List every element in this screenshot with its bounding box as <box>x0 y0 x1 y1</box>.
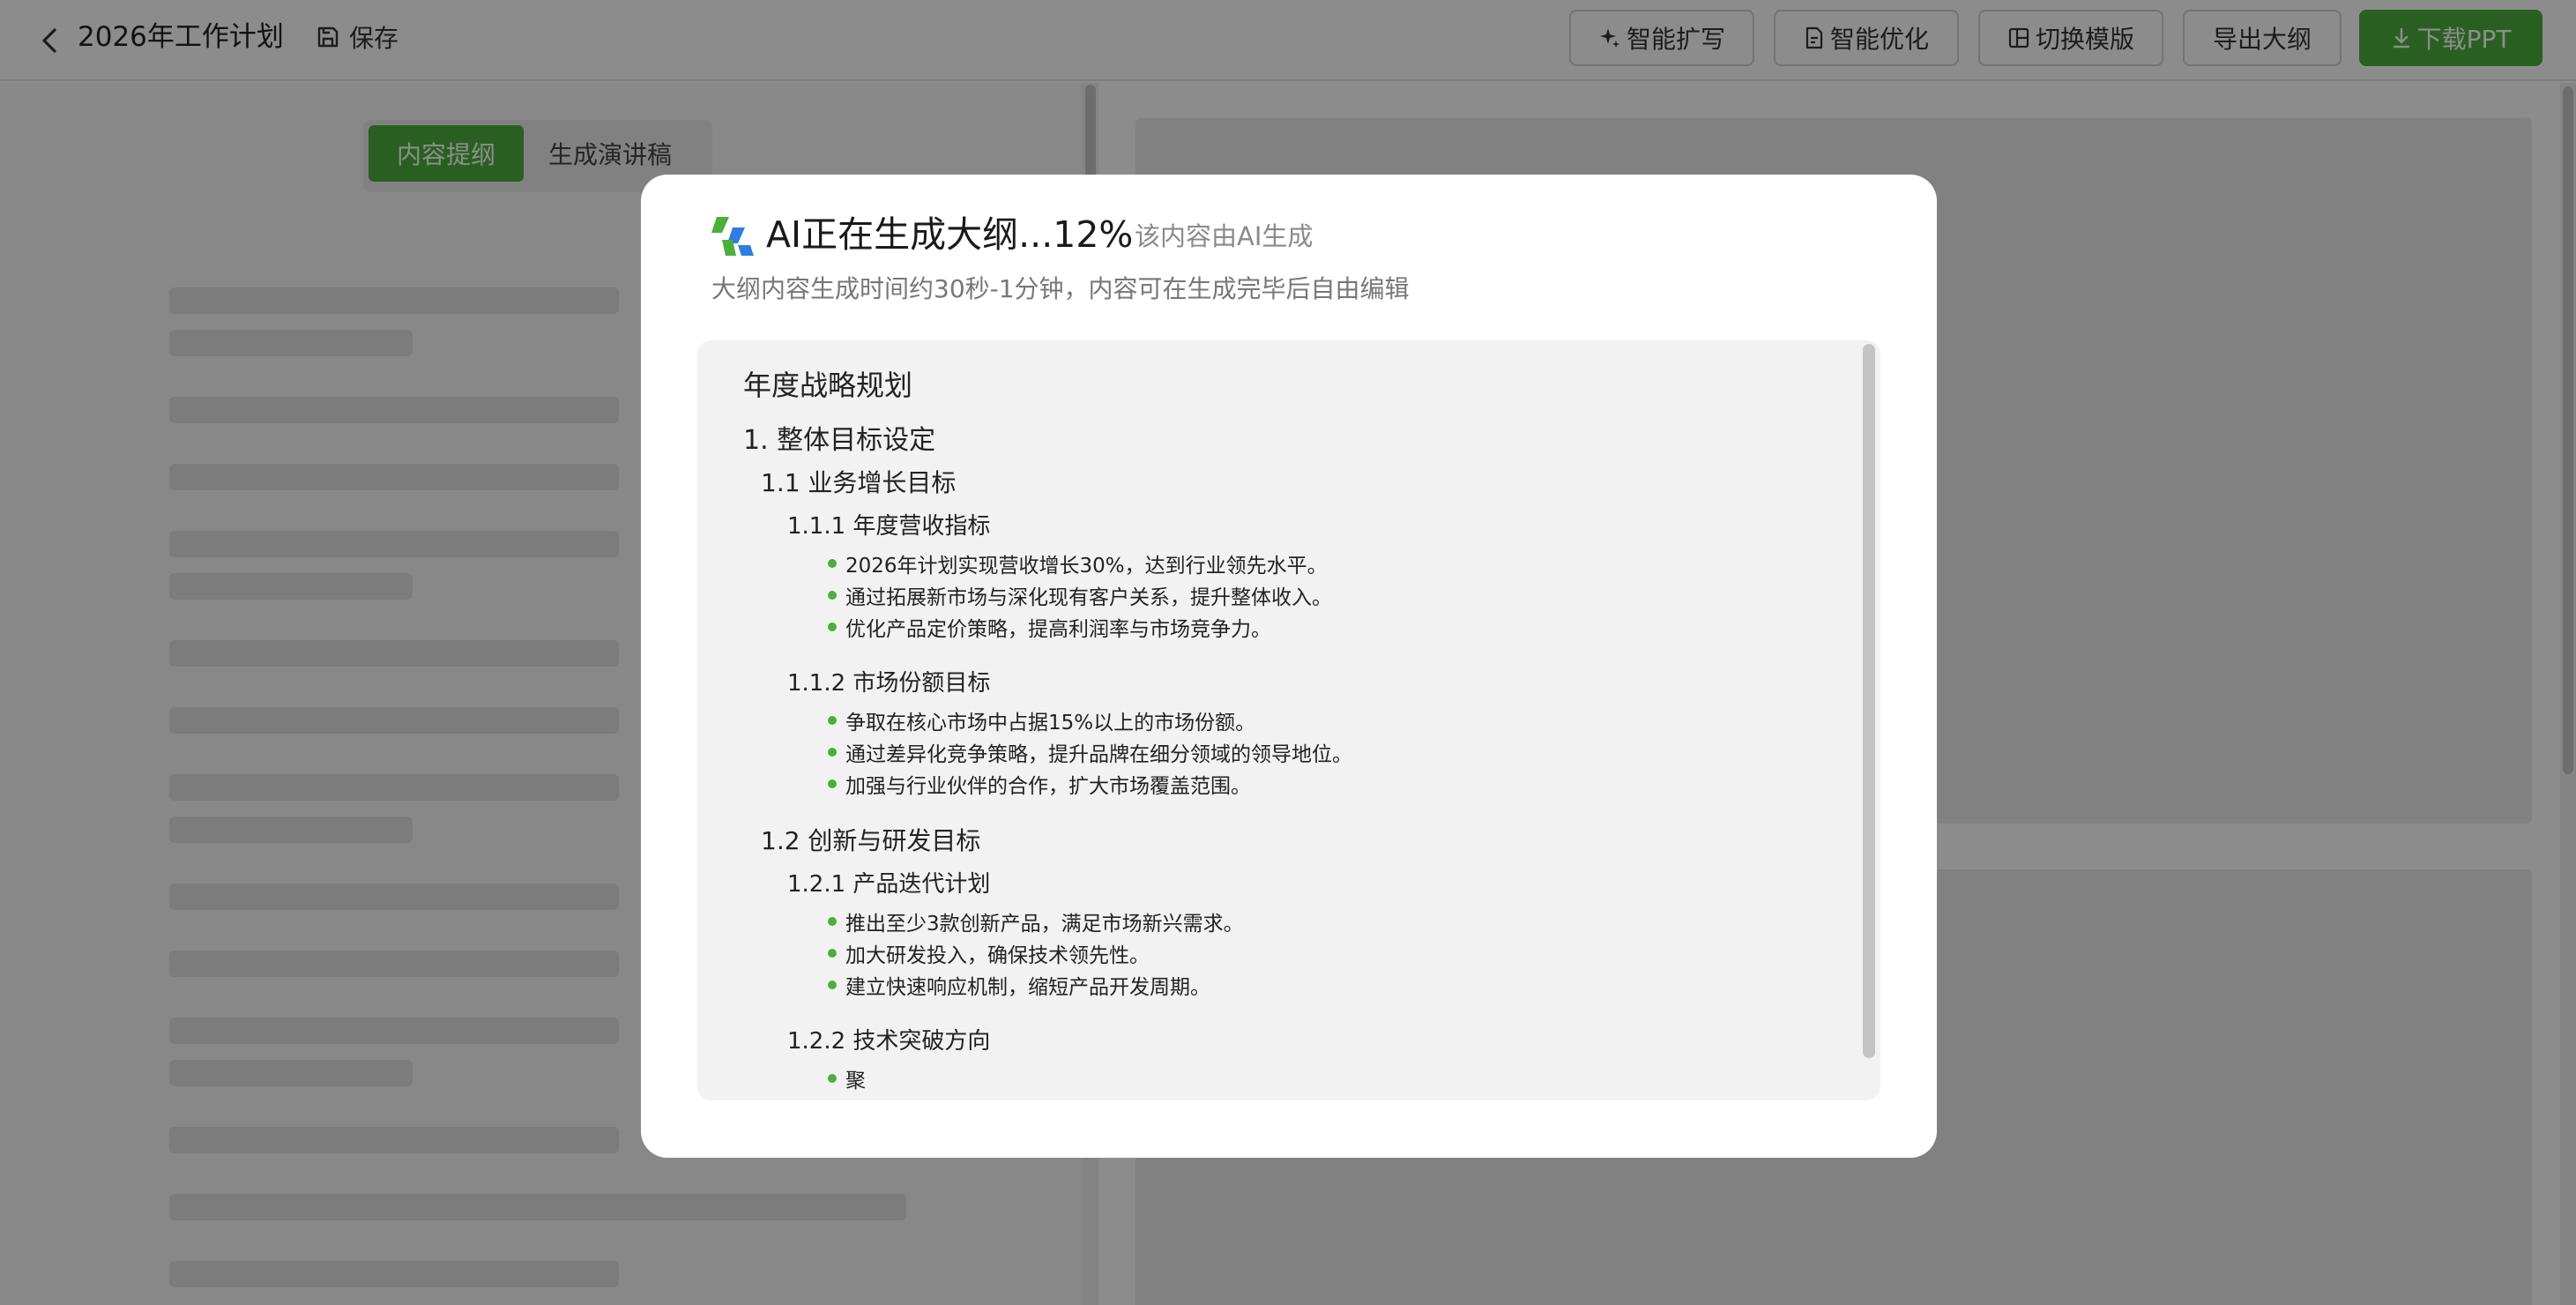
outline-bullet-text: 加大研发投入，确保技术领先性。 <box>845 944 1150 967</box>
outline-bullet: 推出至少3款创新产品，满足市场新兴需求。 <box>828 906 1244 936</box>
ai-logo-icon <box>711 217 754 256</box>
outline-heading-2: 1.1 业务增长目标 <box>761 468 957 497</box>
bullet-dot-icon <box>828 748 837 757</box>
outline-bullet-text: 通过差异化竞争策略，提升品牌在细分领域的领导地位。 <box>845 743 1352 766</box>
outline-heading-2: 1.2 创新与研发目标 <box>761 826 981 855</box>
bullet-dot-icon <box>828 917 837 926</box>
ai-generation-dialog: AI正在生成大纲...12% 该内容由AI生成 大纲内容生成时间约30秒-1分钟… <box>641 175 1937 1158</box>
bullet-dot-icon <box>828 716 837 725</box>
outline-bullet-text: 争取在核心市场中占据15%以上的市场份额。 <box>845 712 1256 735</box>
outline-bullet: 争取在核心市场中占据15%以上的市场份额。 <box>828 705 1256 735</box>
outline-preview[interactable]: 年度战略规划 1. 整体目标设定 1.1 业务增长目标 1.1.1 年度营收指标… <box>697 340 1880 1100</box>
ai-generated-note: 该内容由AI生成 <box>1135 221 1314 251</box>
bullet-dot-icon <box>828 559 837 568</box>
outline-bullet: 通过差异化竞争策略，提升品牌在细分领域的领导地位。 <box>828 737 1352 767</box>
outline-bullet-text: 推出至少3款创新产品，满足市场新兴需求。 <box>845 913 1244 936</box>
outline-heading-3: 1.1.2 市场份额目标 <box>787 670 991 697</box>
bullet-dot-icon <box>828 779 837 788</box>
bullet-dot-icon <box>828 1074 837 1083</box>
outline-bullet: 优化产品定价策略，提高利润率与市场竞争力。 <box>828 612 1271 642</box>
outline-bullet: 聚 <box>828 1063 866 1093</box>
bullet-dot-icon <box>828 591 837 600</box>
outline-scrollbar-thumb[interactable] <box>1863 344 1875 1058</box>
outline-heading-3: 1.2.1 产品迭代计划 <box>787 871 991 898</box>
outline-heading-3: 1.2.2 技术突破方向 <box>787 1028 991 1055</box>
dialog-subtitle: 大纲内容生成时间约30秒-1分钟，内容可在生成完毕后自由编辑 <box>711 274 1410 303</box>
outline-bullet: 2026年计划实现营收增长30%，达到行业领先水平。 <box>828 548 1328 578</box>
outline-bullet-text: 建立快速响应机制，缩短产品开发周期。 <box>845 976 1210 999</box>
outline-bullet-text: 通过拓展新市场与深化现有客户关系，提升整体收入。 <box>845 586 1332 609</box>
outline-bullet: 加大研发投入，确保技术领先性。 <box>828 938 1150 968</box>
outline-bullet-text: 2026年计划实现营收增长30%，达到行业领先水平。 <box>845 555 1328 578</box>
bullet-dot-icon <box>828 981 837 989</box>
outline-bullet: 加强与行业伙伴的合作，扩大市场覆盖范围。 <box>828 769 1251 799</box>
outline-scrollbar[interactable] <box>1858 340 1880 1100</box>
outline-bullet: 通过拓展新市场与深化现有客户关系，提升整体收入。 <box>828 580 1332 610</box>
dialog-title: AI正在生成大纲...12% <box>766 213 1134 256</box>
outline-bullet: 建立快速响应机制，缩短产品开发周期。 <box>828 970 1210 1000</box>
bullet-dot-icon <box>828 949 837 958</box>
bullet-dot-icon <box>828 623 837 631</box>
outline-bullet-text: 加强与行业伙伴的合作，扩大市场覆盖范围。 <box>845 775 1251 798</box>
outline-bullet-text: 优化产品定价策略，提高利润率与市场竞争力。 <box>845 618 1271 641</box>
outline-title: 年度战略规划 <box>743 369 913 402</box>
outline-heading-3: 1.1.1 年度营收指标 <box>787 513 991 540</box>
outline-heading-1: 1. 整体目标设定 <box>743 425 936 456</box>
outline-bullet-text: 聚 <box>845 1070 866 1092</box>
